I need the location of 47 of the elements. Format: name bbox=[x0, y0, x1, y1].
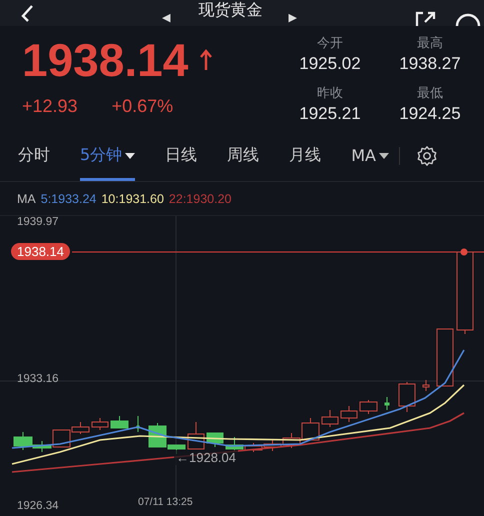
price-dot bbox=[460, 248, 468, 256]
period-tab[interactable]: 5分钟 bbox=[80, 130, 136, 181]
period-tab[interactable]: 月线 bbox=[289, 130, 322, 181]
candlestick bbox=[360, 400, 378, 414]
axis-label: 1933.16 bbox=[17, 373, 59, 385]
stat-value: 1938.27 bbox=[399, 54, 461, 74]
stat-label: 昨收 bbox=[317, 85, 343, 102]
candlestick bbox=[188, 422, 204, 450]
period-tab[interactable]: MA bbox=[351, 130, 389, 181]
candlestick bbox=[110, 416, 128, 428]
stat-value: 1925.02 bbox=[299, 54, 361, 74]
candlestick bbox=[384, 396, 390, 410]
stat-label: 最低 bbox=[417, 85, 443, 102]
low-price-marker: ←1928.04 bbox=[174, 450, 238, 465]
stat-label: 最高 bbox=[417, 35, 443, 52]
price-change: +12.93 bbox=[22, 96, 78, 117]
candlestick bbox=[92, 418, 108, 430]
settings-icon[interactable] bbox=[416, 144, 438, 166]
candlestick bbox=[340, 406, 358, 422]
candlestick bbox=[136, 416, 140, 432]
stat-value: 1924.25 bbox=[399, 104, 461, 124]
current-price-badge: 1938.14 bbox=[11, 243, 70, 260]
time-label: 07/11 13:25 bbox=[138, 496, 193, 508]
candlestick bbox=[72, 422, 90, 434]
stat-label: 今开 bbox=[317, 35, 343, 52]
ma-label: MA bbox=[17, 192, 36, 206]
axis-label: 1939.97 bbox=[17, 216, 59, 228]
candlestick bbox=[422, 380, 430, 392]
axis-label: 1926.34 bbox=[17, 500, 59, 512]
back-icon[interactable] bbox=[20, 4, 34, 24]
price: 1938.14 bbox=[22, 33, 188, 88]
candlestick bbox=[398, 382, 416, 412]
prev-arrow[interactable]: ◀ bbox=[162, 10, 170, 24]
share-icon[interactable] bbox=[414, 10, 437, 26]
candlestick bbox=[264, 440, 282, 452]
candlestick bbox=[436, 328, 454, 386]
period-tab[interactable]: 分时 bbox=[18, 130, 50, 181]
percent-change: +0.67% bbox=[112, 96, 174, 117]
candlestick bbox=[322, 410, 338, 428]
stat-value: 1925.21 bbox=[299, 104, 361, 124]
next-arrow[interactable]: ▶ bbox=[288, 10, 297, 24]
page-title: 现货黄金 bbox=[198, 0, 262, 20]
ma-value: 22:1930.20 bbox=[168, 192, 232, 206]
ma-value: 10:1931.60 bbox=[101, 192, 164, 206]
period-tab[interactable]: 周线 bbox=[227, 130, 260, 181]
period-tab[interactable]: 日线 bbox=[165, 130, 198, 181]
ma-value: 5:1933.24 bbox=[40, 192, 96, 206]
